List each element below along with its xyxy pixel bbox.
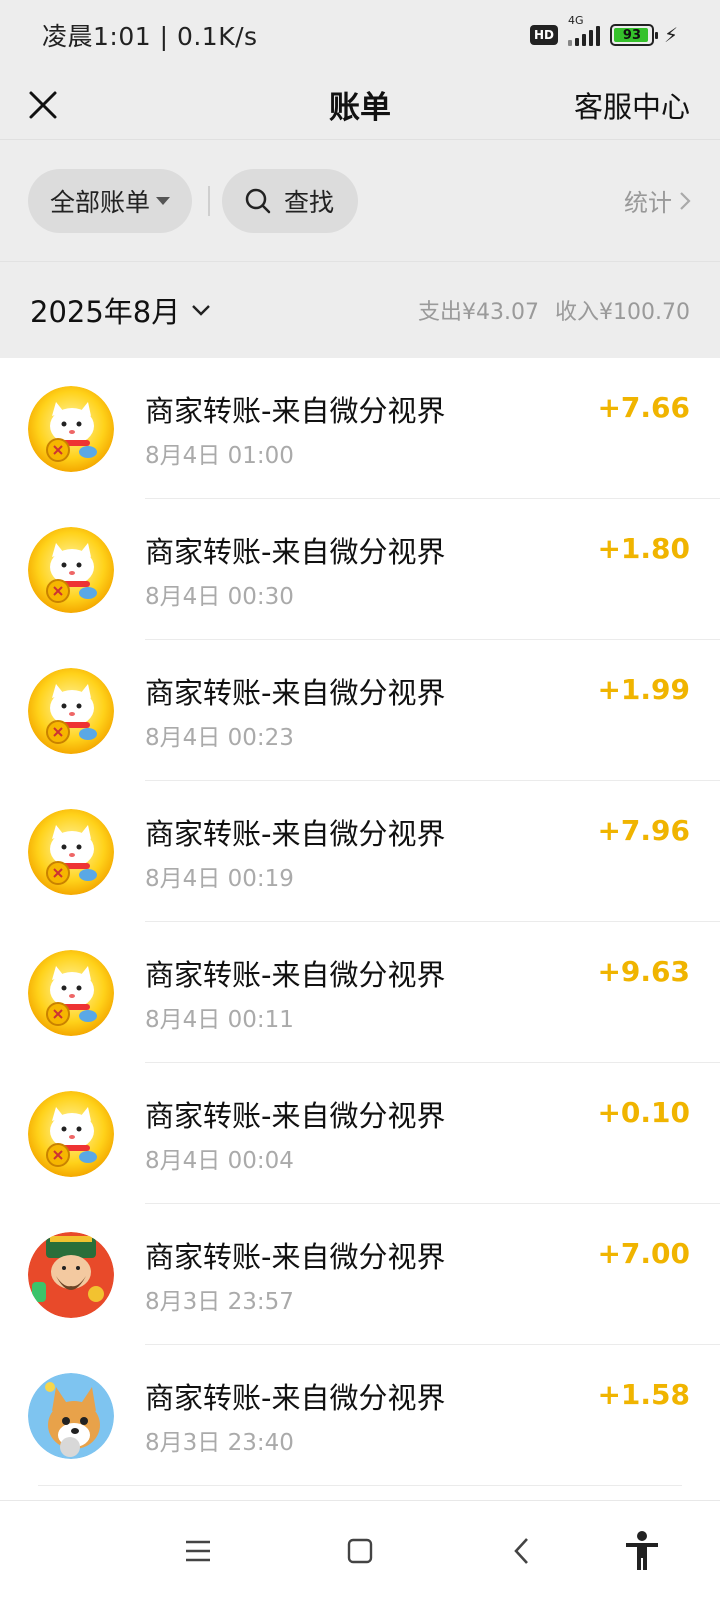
list-item[interactable]: 商家转账-来自微分视界 8月4日 00:23 +1.99 <box>0 640 720 781</box>
item-amount: +7.00 <box>597 1237 690 1270</box>
lucky-cat-avatar-icon <box>28 1091 114 1177</box>
search-button[interactable]: 查找 <box>222 168 358 233</box>
accessibility-icon <box>626 1531 658 1570</box>
transaction-list: 商家转账-来自微分视界 8月4日 01:00 +7.66 商家转账-来自微分视界… <box>0 358 720 1500</box>
divider <box>208 185 210 216</box>
item-time: 8月4日 00:30 <box>145 584 294 610</box>
battery-level: 93 <box>622 27 641 43</box>
item-time: 8月4日 00:19 <box>145 866 294 892</box>
income-total: 收入¥100.70 <box>555 300 690 325</box>
status-time-speed: 凌晨1:01 | 0.1K/s <box>42 22 258 51</box>
list-item[interactable]: 商家转账-来自微分视界 8月4日 00:19 +7.96 <box>0 781 720 922</box>
item-amount: +1.99 <box>597 673 690 706</box>
list-item[interactable]: 商家转账-来自微分视界 8月4日 00:11 +9.63 <box>0 922 720 1063</box>
item-time: 8月4日 00:23 <box>145 725 294 751</box>
expense-total: 支出¥43.07 <box>418 300 540 325</box>
item-time: 8月3日 23:40 <box>145 1430 294 1456</box>
fortune-god-avatar-icon <box>28 1232 114 1318</box>
page-title: 账单 <box>329 90 391 126</box>
item-amount: +0.10 <box>597 1096 690 1129</box>
close-button[interactable] <box>20 82 66 128</box>
search-label: 查找 <box>284 187 335 217</box>
network-type: 4G <box>567 14 584 27</box>
month-totals: 支出¥43.07 收入¥100.70 <box>418 294 690 326</box>
system-nav-bar <box>0 1500 720 1600</box>
home-square-icon <box>347 1538 373 1564</box>
item-time: 8月4日 00:04 <box>145 1148 294 1174</box>
item-title: 商家转账-来自微分视界 <box>145 1099 446 1133</box>
charging-icon: ⚡ <box>663 23 678 47</box>
status-bar: 凌晨1:01 | 0.1K/s HD 4G 93 ⚡ <box>0 0 720 70</box>
stats-link[interactable]: 统计 <box>624 183 692 218</box>
item-amount: +7.96 <box>597 814 690 847</box>
accessibility-button[interactable] <box>622 1531 662 1571</box>
item-title: 商家转账-来自微分视界 <box>145 958 446 992</box>
signal-icon: 4G <box>567 14 600 46</box>
item-time: 8月4日 01:00 <box>145 443 294 469</box>
item-amount: +7.66 <box>597 391 690 424</box>
chevron-down-icon <box>192 305 211 316</box>
lucky-cat-avatar-icon <box>28 668 114 754</box>
item-title: 商家转账-来自微分视界 <box>145 394 446 428</box>
all-bills-dropdown[interactable]: 全部账单 <box>28 168 192 233</box>
item-title: 商家转账-来自微分视界 <box>145 535 446 569</box>
list-item[interactable]: 商家转账-来自微分视界 8月3日 23:40 +1.58 <box>0 1345 720 1486</box>
item-amount: +1.80 <box>597 532 690 565</box>
month-label: 2025年8月 <box>30 295 181 329</box>
menu-button[interactable] <box>178 1531 218 1571</box>
filter-row: 全部账单 查找 统计 <box>0 140 720 262</box>
list-item[interactable]: 商家转账-来自微分视界 8月3日 23:57 +7.00 <box>0 1204 720 1345</box>
battery-icon: 93 <box>609 24 658 46</box>
chevron-right-icon <box>680 191 691 210</box>
item-amount: +1.58 <box>597 1378 690 1411</box>
back-button[interactable] <box>502 1531 542 1571</box>
status-icons: HD 4G 93 ⚡ <box>529 14 678 47</box>
item-title: 商家转账-来自微分视界 <box>145 1240 446 1274</box>
month-selector[interactable]: 2025年8月 <box>30 289 212 331</box>
month-summary-row: 2025年8月 支出¥43.07 收入¥100.70 <box>0 262 720 358</box>
close-icon <box>29 91 57 119</box>
customer-service-link[interactable]: 客服中心 <box>574 84 690 126</box>
item-amount: +9.63 <box>597 955 690 988</box>
list-item[interactable]: 商家转账-来自微分视界 8月4日 00:04 +0.10 <box>0 1063 720 1204</box>
item-title: 商家转账-来自微分视界 <box>145 817 446 851</box>
item-title: 商家转账-来自微分视界 <box>145 1381 446 1415</box>
stats-label: 统计 <box>624 189 672 217</box>
lucky-cat-avatar-icon <box>28 527 114 613</box>
list-item[interactable]: 商家转账-来自微分视界 8月4日 00:30 +1.80 <box>0 499 720 640</box>
lucky-cat-avatar-icon <box>28 386 114 472</box>
list-item[interactable]: 商家转账-来自微分视界 8月4日 01:00 +7.66 <box>0 358 720 499</box>
item-title: 商家转账-来自微分视界 <box>145 676 446 710</box>
item-time: 8月3日 23:57 <box>145 1289 294 1315</box>
search-icon <box>245 188 271 213</box>
home-button[interactable] <box>340 1531 380 1571</box>
hd-icon: HD <box>529 25 558 45</box>
shiba-dog-avatar-icon <box>28 1373 114 1459</box>
all-bills-label: 全部账单 <box>50 187 151 217</box>
menu-icon <box>186 1540 210 1562</box>
item-time: 8月4日 00:11 <box>145 1007 294 1033</box>
top-nav: 账单 客服中心 <box>0 70 720 140</box>
back-icon <box>514 1538 528 1564</box>
lucky-cat-avatar-icon <box>28 950 114 1036</box>
lucky-cat-avatar-icon <box>28 809 114 895</box>
divider <box>38 1485 682 1486</box>
caret-down-icon <box>156 196 170 205</box>
